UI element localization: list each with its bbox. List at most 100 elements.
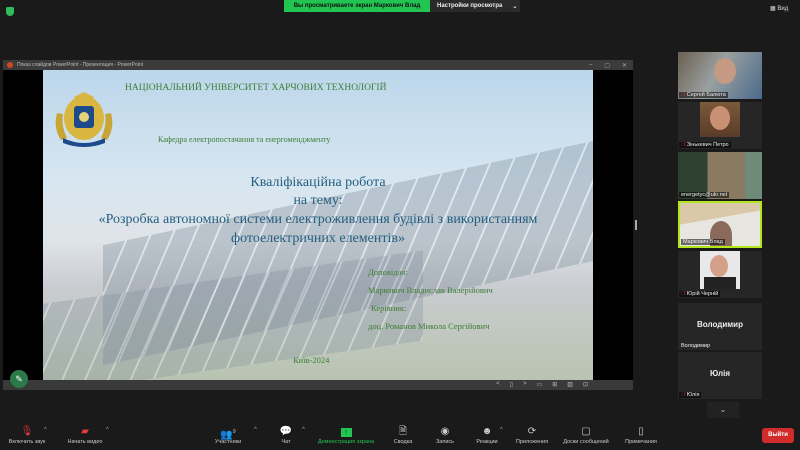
video-face xyxy=(710,106,730,130)
muted-mic-icon: 🎙̸ xyxy=(681,291,685,297)
video-face xyxy=(710,255,728,277)
record-label: Запись xyxy=(435,439,455,445)
whiteboards-button[interactable]: ▢ Доски сообщений xyxy=(556,425,616,445)
viewing-banner: Вы просматриваете экран Маркович Влад xyxy=(284,0,430,12)
reading-view-icon[interactable]: ▥ xyxy=(567,381,573,388)
chat-icon: 💬 xyxy=(279,426,293,437)
notes-button[interactable]: ▯ Примечания xyxy=(620,425,662,445)
video-options-caret[interactable]: ^ xyxy=(106,427,109,433)
chat-options-caret[interactable]: ^ xyxy=(302,427,305,433)
view-options-label: Настройки просмотра xyxy=(437,3,503,9)
security-shield-icon[interactable] xyxy=(6,7,14,16)
participant-video-active-speaker[interactable]: Маркович Влад xyxy=(678,201,762,248)
notes-icon: ▯ xyxy=(638,426,644,437)
participant-display-name: Юлія xyxy=(709,369,731,378)
share-screen-icon: ↑ xyxy=(310,425,382,439)
thesis-topic-line1: «Розробка автономної системи електроживл… xyxy=(98,212,538,227)
participant-name: Маркович Влад xyxy=(683,239,723,245)
department-name: Кафедра електропостачання та енергомендж… xyxy=(158,135,331,144)
slide-subtitle: на тему: xyxy=(293,193,343,208)
participant-name: Юлія xyxy=(686,392,700,398)
presenter-view-icon[interactable]: ⊡ xyxy=(583,381,588,388)
chat-button[interactable]: 💬 Чат xyxy=(274,425,298,445)
powerpoint-icon xyxy=(7,62,13,68)
meeting-toolbar: 🎙 Включить звук ^ ▰ Начать видео ^ 👥9 Участ… xyxy=(0,418,800,450)
reactions-label: Реакции xyxy=(476,439,498,445)
participant-name: Володимир xyxy=(681,343,711,349)
participant-video[interactable]: energetyc@ukr.net xyxy=(678,152,762,199)
slide-title: Кваліфікаційна робота xyxy=(250,175,386,190)
view-button[interactable]: ▦ Вид xyxy=(770,5,788,12)
participant-name: Сергей Балюта xyxy=(686,92,726,98)
splitter-handle[interactable] xyxy=(635,220,637,230)
view-options-button[interactable]: Настройки просмотра ⌄ xyxy=(430,0,520,12)
participant-display-name: Володимир xyxy=(697,320,743,329)
participants-count: 9 xyxy=(232,429,236,435)
apps-label: Приложения xyxy=(515,439,549,445)
close-icon: ✕ xyxy=(621,62,627,69)
reactions-icon: ☻ xyxy=(481,426,493,437)
video-face xyxy=(714,58,736,84)
previous-slide-button[interactable]: < xyxy=(496,381,500,388)
audio-options-caret[interactable]: ^ xyxy=(44,427,47,433)
slideshow-bar: < ▯ > ▭ ⊞ ▥ ⊡ xyxy=(3,380,633,390)
university-crest-logo xyxy=(55,92,113,147)
chat-label: Чат xyxy=(281,439,291,445)
muted-mic-icon: 🎙̸ xyxy=(681,92,685,98)
shared-screen: Показ слайдов PowerPoint - Презентация -… xyxy=(3,60,633,390)
summary-label: Сводка xyxy=(393,439,413,445)
participants-button[interactable]: 👥9 Участники xyxy=(208,425,248,445)
summary-button[interactable]: 🗎 Сводка xyxy=(390,425,416,445)
video-label: Начать видео xyxy=(67,439,103,445)
share-screen-button[interactable]: ↑ Демонстрация экрана xyxy=(310,425,382,445)
participant-name: Зінькевич Петро xyxy=(686,142,729,148)
chevron-down-icon: ⌄ xyxy=(512,3,518,10)
share-label: Демонстрация экрана xyxy=(317,439,375,445)
start-video-button[interactable]: ▰ Начать видео xyxy=(62,425,108,445)
video-suit xyxy=(704,277,736,289)
summary-icon: 🗎 xyxy=(398,426,408,437)
view-label: Вид xyxy=(777,6,789,12)
participant-name: Юрій Черній xyxy=(686,291,719,297)
city-year: Київ-2024 xyxy=(293,355,330,365)
slide-sorter-icon[interactable]: ▯ xyxy=(510,381,513,388)
muted-mic-icon: 🎙̸ xyxy=(681,392,685,398)
reactions-options-caret[interactable]: ^ xyxy=(500,427,503,433)
maximize-icon: ▢ xyxy=(604,62,610,69)
participants-options-caret[interactable]: ^ xyxy=(254,427,257,433)
university-name: НАЦІОНАЛЬНИЙ УНІВЕРСИТЕТ ХАРЧОВИХ ТЕХНОЛ… xyxy=(125,83,387,93)
whiteboards-label: Доски сообщений xyxy=(563,439,609,445)
participant-tile[interactable]: Юлія 🎙̸ Юлія xyxy=(678,352,762,399)
window-title: Показ слайдов PowerPoint - Презентация -… xyxy=(17,62,144,68)
unmute-label: Включить звук xyxy=(8,439,46,445)
apps-icon: ⟳ xyxy=(527,426,537,437)
record-button[interactable]: ◉ Запись xyxy=(432,425,458,445)
participant-name: energetyc@ukr.net xyxy=(681,192,728,198)
notes-label: Примечания xyxy=(625,439,657,445)
video-off-icon: ▰ xyxy=(81,426,89,437)
speaker-name: Маркович Владислав Валерійович xyxy=(368,285,493,295)
supervisor-name: доц. Романов Микола Сергійович xyxy=(368,321,490,331)
participant-video[interactable]: 🎙̸ Зінькевич Петро xyxy=(678,102,762,149)
participant-video[interactable]: 🎙̸ Юрій Черній xyxy=(678,251,762,298)
record-icon: ◉ xyxy=(440,426,450,437)
participants-icon: 👥9 xyxy=(220,429,236,441)
more-participants-chevron-icon[interactable]: ⌄ xyxy=(707,402,739,418)
minimize-icon: – xyxy=(588,62,593,68)
next-slide-button[interactable]: > xyxy=(523,381,527,388)
speaker-label: Доповідач: xyxy=(368,267,408,277)
powerpoint-titlebar: Показ слайдов PowerPoint - Презентация -… xyxy=(3,60,633,70)
normal-view-icon[interactable]: ▭ xyxy=(537,381,543,388)
participant-video[interactable]: 🎙̸ Сергей Балюта xyxy=(678,52,762,99)
participant-tile[interactable]: Володимир Володимир xyxy=(678,303,762,350)
reactions-button[interactable]: ☻ Реакции xyxy=(472,425,502,445)
annotate-pen-icon[interactable]: ✎ xyxy=(10,370,28,388)
muted-mic-icon: 🎙̸ xyxy=(681,142,685,148)
whiteboard-icon: ▢ xyxy=(581,426,591,437)
leave-button[interactable]: Выйти xyxy=(762,428,794,443)
thesis-topic-line2: фотоелектричних елементів» xyxy=(231,231,405,246)
apps-button[interactable]: ⟳ Приложения xyxy=(512,425,552,445)
grid-view-icon[interactable]: ⊞ xyxy=(552,381,557,388)
participants-label: Участники xyxy=(214,439,242,445)
supervisor-label: Керівник: xyxy=(371,303,407,313)
